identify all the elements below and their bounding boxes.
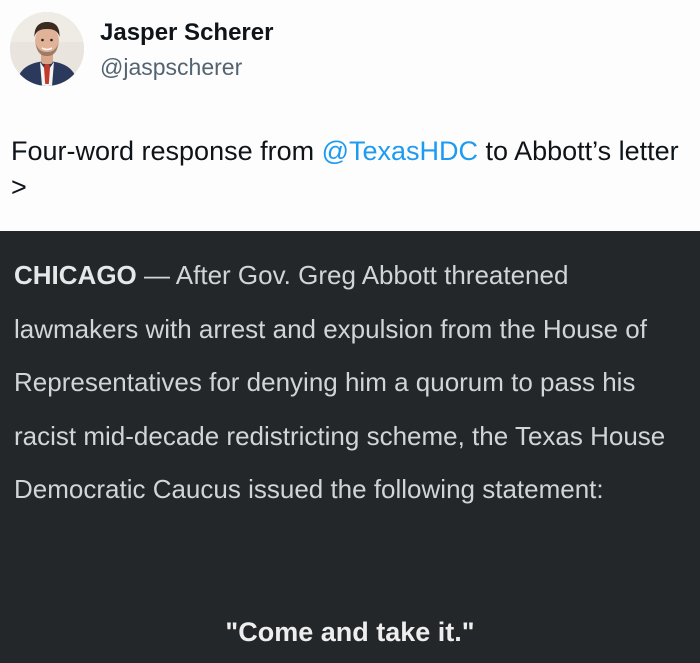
author-name[interactable]: Jasper Scherer [100,19,273,47]
statement-quote: "Come and take it." [225,617,475,647]
tweet-text: Four-word response from @TexasHDC to Abb… [11,133,691,205]
profile-photo-avatar-icon [10,12,84,86]
statement-separator: — [136,260,176,290]
tweet-screenshot: Jasper Scherer @jaspscherer Four-word re… [0,0,700,663]
statement-body: CHICAGO — After Gov. Greg Abbott threate… [14,249,694,517]
statement-text: After Gov. Greg Abbott threatened lawmak… [14,260,666,504]
statement-image: CHICAGO — After Gov. Greg Abbott threate… [0,231,700,663]
author-handle[interactable]: @jaspscherer [100,54,242,81]
tweet-text-before: Four-word response from [11,136,322,166]
tweet-card: Jasper Scherer @jaspscherer Four-word re… [0,0,700,231]
statement-dateline: CHICAGO [14,260,137,290]
author-avatar[interactable] [10,12,84,86]
mention-link[interactable]: @TexasHDC [322,136,478,166]
